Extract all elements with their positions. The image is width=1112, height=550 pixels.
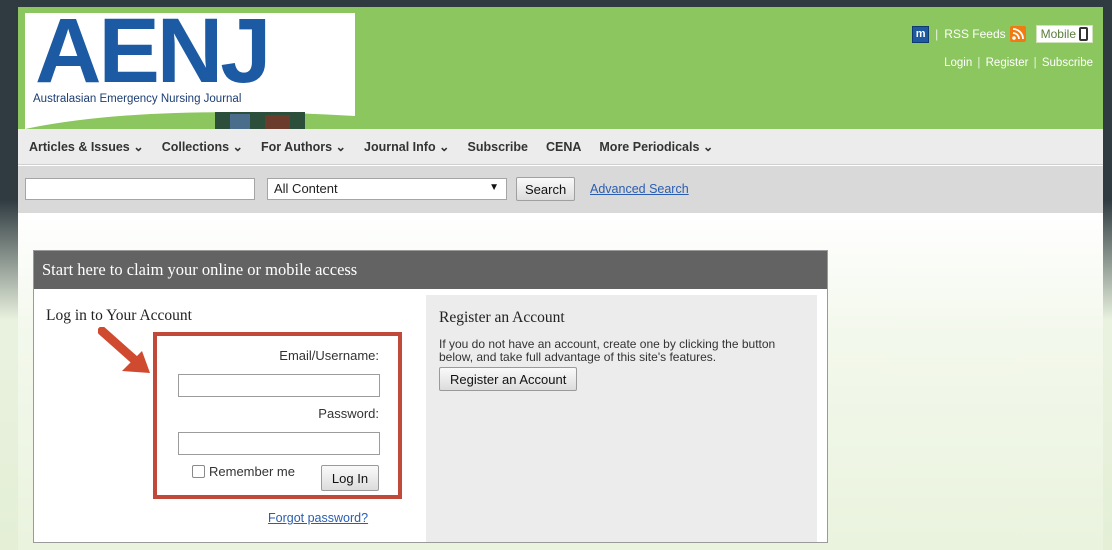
page: AENJ Australasian Emergency Nursing Jour… [18,7,1103,550]
arrow-annotation-icon [98,327,150,373]
header-utility: m | RSS Feeds Mobile Login | Register | … [912,25,1093,69]
rss-icon[interactable] [1009,26,1026,42]
password-label: Password: [318,406,379,421]
register-link[interactable]: Register [986,57,1029,69]
login-link[interactable]: Login [944,57,972,69]
top-links: m | RSS Feeds Mobile [912,25,1093,43]
remember-me[interactable]: Remember me [192,464,295,479]
logo-swoosh [25,112,355,129]
panel-heading: Start here to claim your online or mobil… [34,251,827,289]
register-account-button[interactable]: Register an Account [439,367,578,391]
email-label: Email/Username: [279,348,379,363]
access-panel: Start here to claim your online or mobil… [33,250,828,543]
search-button[interactable]: Search [516,177,576,201]
nav-for-authors[interactable]: For Authors ⌄ [261,139,346,154]
logo-text: AENJ [35,13,271,102]
phone-icon [1079,27,1088,41]
mobile-label: Mobile [1040,27,1076,41]
logo-subtitle: Australasian Emergency Nursing Journal [33,93,242,105]
login-section: Log in to Your Account Email/Username: P… [34,289,424,542]
mobile-app-icon[interactable]: m [912,25,930,43]
register-section: Register an Account If you do not have a… [426,295,817,542]
nav-more-periodicals[interactable]: More Periodicals ⌄ [599,139,713,154]
login-title: Log in to Your Account [46,307,192,324]
journal-logo[interactable]: AENJ Australasian Emergency Nursing Jour… [25,13,355,129]
separator: | [935,27,939,41]
account-links: Login | Register | Subscribe [912,57,1093,69]
email-field[interactable] [178,374,380,397]
content-select-value: All Content [274,181,338,196]
mobile-button[interactable]: Mobile [1035,25,1093,43]
separator: | [977,57,981,69]
remember-checkbox[interactable] [192,465,205,478]
nav-subscribe[interactable]: Subscribe [468,140,528,154]
nav-articles-issues[interactable]: Articles & Issues ⌄ [29,139,144,154]
nav-collections[interactable]: Collections ⌄ [162,139,243,154]
password-field[interactable] [178,432,380,455]
search-input[interactable] [25,178,255,200]
register-title: Register an Account [439,309,565,326]
login-highlight-box: Email/Username: Password: Remember me Lo… [153,332,402,499]
register-description: If you do not have an account, create on… [439,337,776,364]
nav-cena[interactable]: CENA [546,140,581,154]
separator: | [1033,57,1037,69]
subscribe-link[interactable]: Subscribe [1042,57,1093,69]
advanced-search-link[interactable]: Advanced Search [590,182,689,196]
main-nav: Articles & Issues ⌄ Collections ⌄ For Au… [18,129,1103,165]
right-frame [1102,0,1112,550]
login-button[interactable]: Log In [321,465,379,491]
left-frame [0,0,18,550]
remember-label: Remember me [209,464,295,479]
nav-journal-info[interactable]: Journal Info ⌄ [364,139,449,154]
search-bar: All Content ▼ Search Advanced Search [18,166,1103,213]
content-type-select[interactable]: All Content ▼ [267,178,507,200]
dropdown-arrow-icon: ▼ [489,182,499,193]
forgot-password-link[interactable]: Forgot password? [268,511,368,525]
rss-feeds-link[interactable]: RSS Feeds [944,27,1005,41]
site-header: AENJ Australasian Emergency Nursing Jour… [18,7,1103,129]
